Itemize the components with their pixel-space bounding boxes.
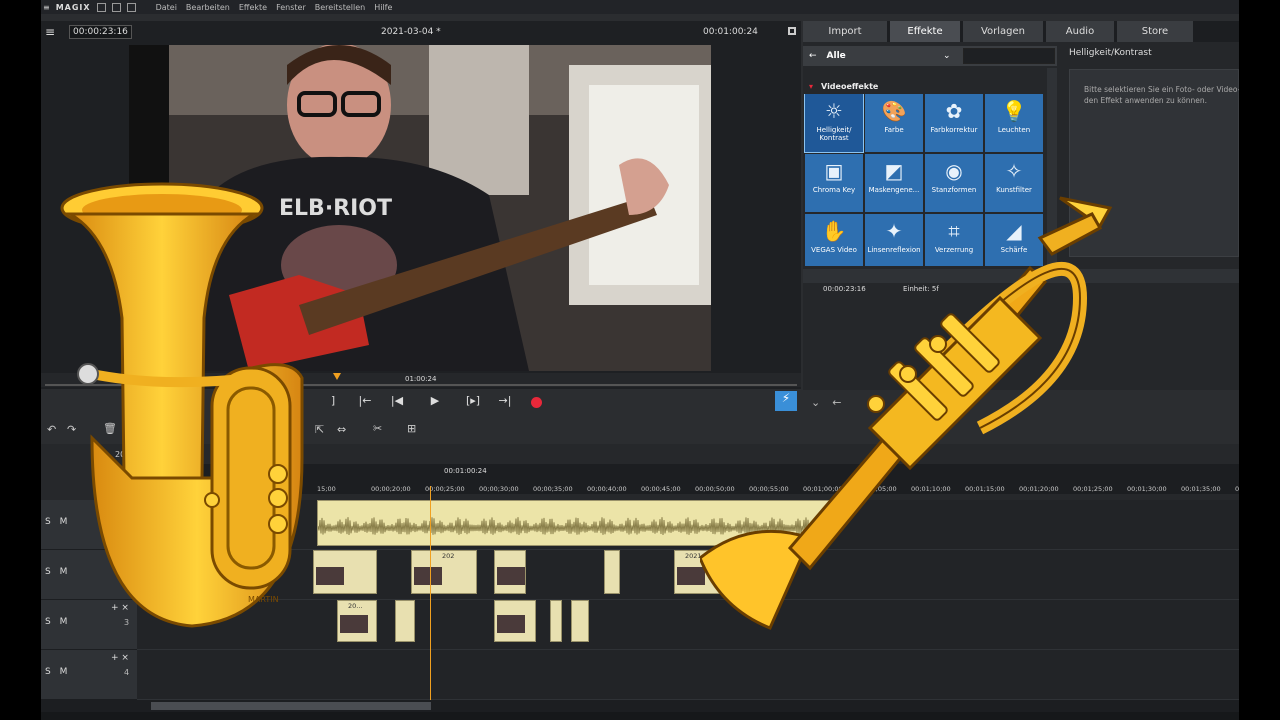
- tuba-signature: MARTIN: [248, 595, 279, 604]
- menu-datei[interactable]: Datei: [156, 3, 177, 12]
- video-clip[interactable]: [494, 550, 526, 594]
- timeline-playhead[interactable]: [430, 486, 431, 700]
- loop-icon[interactable]: [▸]: [463, 394, 483, 410]
- effects-category-header[interactable]: ▾ Videoeffekte: [803, 79, 1047, 93]
- tab-store[interactable]: Store: [1117, 21, 1193, 42]
- lane-4: [137, 650, 1239, 700]
- category-label: Videoeffekte: [821, 81, 879, 91]
- clip-title: 202: [442, 552, 455, 560]
- menu-hilfe[interactable]: Hilfe: [374, 3, 392, 12]
- color-correction-icon: ✿: [945, 99, 963, 123]
- app-logo: MAGIX: [55, 2, 91, 12]
- track-controls[interactable]: S M: [45, 667, 70, 677]
- project-title: 2021-03-04 *: [381, 27, 441, 37]
- scrubber-timecode: 01:00:24: [405, 375, 437, 383]
- timeline-duration: 00:01:00:24: [444, 467, 487, 475]
- timeline-scrollbar[interactable]: [41, 700, 1239, 712]
- effect-label: Farbkorrektur: [930, 126, 978, 134]
- ruler-tick-label: 00;00;45;00: [641, 485, 681, 493]
- tab-import[interactable]: Import: [803, 21, 887, 42]
- tab-vorlagen[interactable]: Vorlagen: [963, 21, 1043, 42]
- video-clip[interactable]: [494, 600, 536, 642]
- ruler-tick-label: 00;00;30;00: [479, 485, 519, 493]
- video-clip[interactable]: [313, 550, 377, 594]
- properties-message: Bitte selektieren Sie ein Foto- oder Vid…: [1084, 85, 1239, 105]
- clip-thumbnail: [414, 567, 442, 585]
- ruler-tick-label: 00;00;20;00: [371, 485, 411, 493]
- project-duration: 00:01:00:24: [703, 27, 758, 37]
- tab-audio[interactable]: Audio: [1046, 21, 1114, 42]
- clip-thumbnail: [340, 615, 368, 633]
- new-project-icon[interactable]: [96, 2, 106, 12]
- marker-out-icon[interactable]: ]: [323, 394, 343, 410]
- clip-title: 20...: [348, 602, 363, 610]
- trumpet-overlay: [700, 196, 1113, 630]
- menu-icon[interactable]: ≡: [43, 3, 50, 12]
- video-clip[interactable]: 202: [411, 550, 477, 594]
- effect-label: Leuchten: [997, 126, 1031, 134]
- app-root: ≡ MAGIX Datei Bearbeiten Effekte Fenster…: [0, 0, 1280, 720]
- effect-label: Farbe: [884, 126, 904, 134]
- range-mode-icon[interactable]: ⇔: [337, 423, 346, 436]
- open-project-icon[interactable]: [111, 2, 121, 12]
- palette-icon: 🎨: [881, 99, 907, 123]
- effect-tile[interactable]: ✿ Farbkorrektur: [925, 94, 983, 152]
- save-project-icon[interactable]: [126, 2, 136, 12]
- glow-icon: 💡: [1001, 99, 1027, 123]
- menu-effekte[interactable]: Effekte: [239, 3, 267, 12]
- playhead-marker[interactable]: [333, 373, 341, 380]
- status-bar: [41, 712, 1239, 720]
- video-clip[interactable]: [604, 550, 620, 594]
- go-to-end-icon[interactable]: →|: [495, 394, 515, 410]
- effects-nav: ← Alle ⌄: [803, 46, 1057, 66]
- collapse-triangle-icon[interactable]: ▾: [809, 82, 813, 91]
- ruler-tick-label: 00;01;30;00: [1127, 485, 1167, 493]
- insert-icon[interactable]: ⊞: [407, 422, 416, 435]
- track-number: 4: [124, 668, 130, 677]
- back-arrow-icon[interactable]: ←: [809, 51, 817, 61]
- video-clip[interactable]: 20...: [337, 600, 377, 642]
- clip-thumbnail: [497, 615, 525, 633]
- ruler-tick-label: 00;01;4: [1235, 485, 1239, 493]
- play-icon[interactable]: ▶: [425, 394, 445, 410]
- brightness-icon: ☼: [825, 99, 843, 123]
- effect-tile[interactable]: 💡 Leuchten: [985, 94, 1043, 152]
- go-to-start-icon[interactable]: |←: [355, 394, 375, 410]
- chevron-down-icon[interactable]: ⌄: [943, 51, 951, 61]
- video-clip[interactable]: [571, 600, 589, 642]
- video-clip[interactable]: [395, 600, 415, 642]
- effect-tile[interactable]: 🎨 Farbe: [865, 94, 923, 152]
- cut-icon[interactable]: ✂: [373, 422, 382, 435]
- preview-header: ≡ 00:00:23:16 2021-03-04 * 00:01:00:24: [41, 21, 801, 43]
- menu-bearbeiten[interactable]: Bearbeiten: [186, 3, 230, 12]
- add-remove-icon[interactable]: + ×: [111, 653, 129, 663]
- maximize-icon[interactable]: [788, 27, 796, 35]
- effect-label: Helligkeit/ Kontrast: [816, 126, 852, 142]
- ruler-tick-label: 00;00;35;00: [533, 485, 573, 493]
- previous-frame-icon[interactable]: |◀: [387, 394, 407, 410]
- preview-timecode[interactable]: 00:00:23:16: [69, 25, 132, 39]
- menu-bereitstellen[interactable]: Bereitstellen: [315, 3, 365, 12]
- panel-tabs: Import Effekte Vorlagen Audio Store: [803, 21, 1239, 42]
- properties-title: Helligkeit/Kontrast: [1069, 48, 1152, 58]
- menu-fenster[interactable]: Fenster: [276, 3, 306, 12]
- tuba-overlay: MARTIN: [60, 182, 304, 628]
- hamburger-icon[interactable]: ≡: [45, 25, 59, 39]
- video-clip[interactable]: [550, 600, 562, 642]
- ruler-tick-label: 00;00;40;00: [587, 485, 627, 493]
- ruler-tick-label: 00;01;35;00: [1181, 485, 1221, 493]
- record-icon[interactable]: [531, 397, 542, 408]
- effects-search-input[interactable]: [963, 48, 1055, 64]
- category-dropdown[interactable]: Alle: [827, 51, 846, 61]
- menu-bar: ≡ MAGIX Datei Bearbeiten Effekte Fenster…: [41, 0, 1239, 14]
- effect-tile[interactable]: ☼ Helligkeit/ Kontrast: [804, 94, 864, 153]
- tab-effekte[interactable]: Effekte: [890, 21, 960, 42]
- track-header[interactable]: + × S M 4: [41, 650, 137, 700]
- scroll-thumb[interactable]: [151, 702, 431, 710]
- clip-thumbnail: [497, 567, 525, 585]
